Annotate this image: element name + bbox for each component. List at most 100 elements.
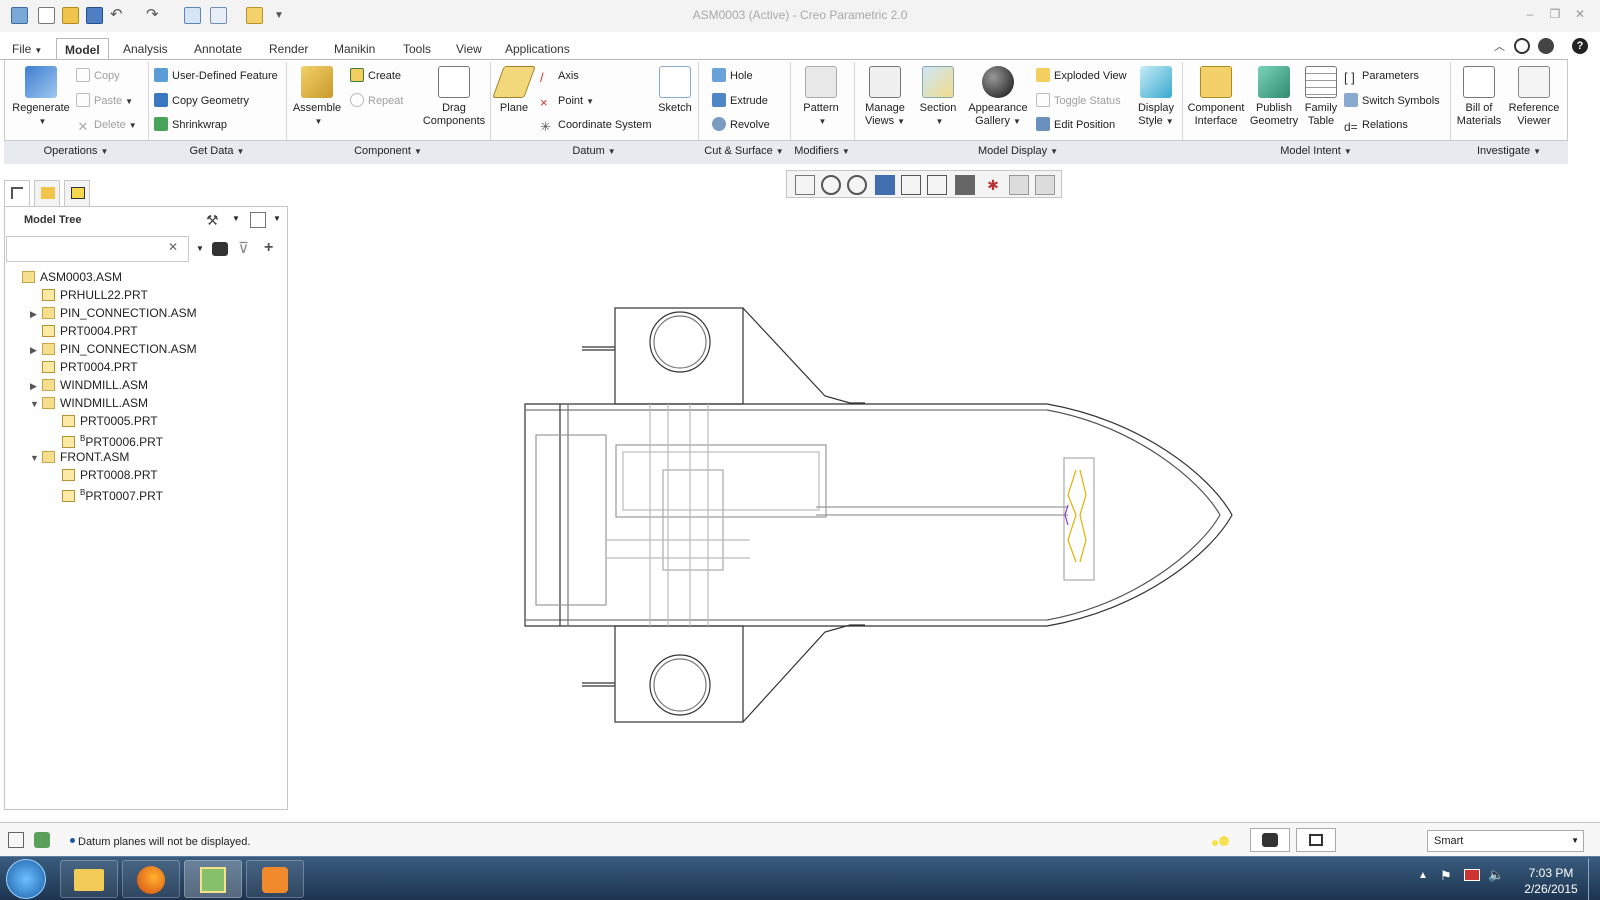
app-icon[interactable] bbox=[11, 7, 28, 24]
tree-item[interactable]: BPRT0006.PRT bbox=[50, 430, 163, 449]
filter-icon[interactable]: ⊽ bbox=[238, 241, 249, 256]
annotation-display-icon[interactable] bbox=[1009, 175, 1029, 195]
spin-center-icon[interactable] bbox=[1035, 175, 1055, 195]
expand-icon[interactable]: ▶ bbox=[30, 341, 42, 359]
collapse-icon[interactable]: ▼ bbox=[30, 449, 42, 467]
tab-manikin[interactable]: Manikin bbox=[326, 38, 383, 60]
pattern-button[interactable]: Pattern ▼ bbox=[796, 66, 846, 128]
group-investigate[interactable]: Investigate ▼ bbox=[1450, 145, 1568, 157]
find-button[interactable] bbox=[1250, 828, 1290, 852]
taskbar-creo[interactable] bbox=[184, 860, 242, 898]
datum-display-icon[interactable]: ✱ bbox=[983, 175, 1003, 195]
model-drawing[interactable] bbox=[520, 300, 1240, 730]
reference-viewer-button[interactable]: Reference Viewer bbox=[1504, 66, 1564, 128]
tree-settings-dropdown-icon[interactable]: ▼ bbox=[232, 214, 240, 223]
sketch-button[interactable]: Sketch bbox=[652, 66, 698, 115]
exploded-view-button[interactable]: Exploded View bbox=[1036, 67, 1127, 85]
shrinkwrap-button[interactable]: Shrinkwrap bbox=[154, 116, 227, 134]
repaint-icon[interactable] bbox=[875, 175, 895, 195]
close-window-icon[interactable] bbox=[246, 7, 263, 24]
regenerate-quick-icon[interactable] bbox=[184, 7, 201, 24]
favorites-tab[interactable] bbox=[64, 180, 90, 206]
bill-of-materials-button[interactable]: Bill of Materials bbox=[1454, 66, 1504, 128]
minimize-ribbon-icon[interactable]: ︿ bbox=[1494, 38, 1505, 54]
clock-date[interactable]: 2/26/2015 bbox=[1516, 882, 1586, 896]
taskbar-firefox[interactable] bbox=[122, 860, 180, 898]
folder-browser-tab[interactable] bbox=[34, 180, 60, 206]
start-button[interactable] bbox=[6, 859, 46, 899]
minimize-icon[interactable]: – bbox=[1523, 8, 1537, 20]
expand-icon[interactable]: ▶ bbox=[30, 377, 42, 395]
hole-button[interactable]: Hole bbox=[712, 67, 753, 85]
tab-annotate[interactable]: Annotate bbox=[186, 38, 250, 60]
assemble-button[interactable]: Assemble ▼ bbox=[290, 66, 344, 128]
tree-item[interactable]: ▼ WINDMILL.ASM bbox=[30, 394, 148, 412]
show-hidden-icons[interactable]: ▲ bbox=[1418, 870, 1428, 881]
search-icon[interactable] bbox=[1514, 38, 1530, 54]
network-icon[interactable] bbox=[1464, 869, 1480, 881]
help-icon[interactable]: ? bbox=[1572, 38, 1588, 54]
switch-symbols-button[interactable]: Switch Symbols bbox=[1344, 92, 1440, 110]
show-desktop-button[interactable] bbox=[1588, 858, 1600, 900]
group-model-display[interactable]: Model Display ▼ bbox=[854, 145, 1182, 157]
undo-icon[interactable]: ↶ bbox=[110, 7, 127, 24]
navigator-toggle-icon[interactable] bbox=[8, 832, 24, 848]
tab-applications[interactable]: Applications bbox=[497, 38, 578, 60]
tree-item[interactable]: PRT0008.PRT bbox=[50, 466, 158, 484]
group-model-intent[interactable]: Model Intent ▼ bbox=[1182, 145, 1450, 157]
selection-filter-dropdown[interactable]: Smart ▼ bbox=[1427, 830, 1584, 852]
tree-item[interactable]: PRT0004.PRT bbox=[30, 322, 138, 340]
relations-button[interactable]: d= Relations bbox=[1344, 116, 1408, 134]
browser-toggle-icon[interactable] bbox=[34, 832, 50, 848]
taskbar-media-player[interactable] bbox=[246, 860, 304, 898]
tree-item[interactable]: ASM0003.ASM bbox=[10, 268, 122, 286]
group-datum[interactable]: Datum ▼ bbox=[490, 145, 698, 157]
copy-button[interactable]: Copy bbox=[76, 67, 120, 85]
refit-icon[interactable] bbox=[795, 175, 815, 195]
show-dropdown-icon[interactable]: ▼ bbox=[273, 214, 281, 223]
tree-item[interactable]: PRT0004.PRT bbox=[30, 358, 138, 376]
group-operations[interactable]: Operations ▼ bbox=[4, 145, 148, 157]
repeat-button[interactable]: Repeat bbox=[350, 92, 403, 110]
tree-item[interactable]: BPRT0007.PRT bbox=[50, 484, 163, 503]
regenerate-button[interactable]: Regenerate ▼ bbox=[8, 66, 74, 128]
parameters-button[interactable]: [ ] Parameters bbox=[1344, 67, 1419, 85]
tree-item[interactable]: ▶ WINDMILL.ASM bbox=[30, 376, 148, 394]
axis-button[interactable]: / Axis bbox=[540, 67, 579, 85]
tab-tools[interactable]: Tools bbox=[395, 38, 439, 60]
show-options-icon[interactable] bbox=[250, 212, 266, 228]
tab-view[interactable]: View bbox=[448, 38, 490, 60]
taskbar-explorer[interactable] bbox=[60, 860, 118, 898]
tree-item[interactable]: ▶ PIN_CONNECTION.ASM bbox=[30, 340, 197, 358]
section-button[interactable]: Section ▼ bbox=[914, 66, 962, 128]
volume-icon[interactable]: 🔈 bbox=[1488, 867, 1504, 883]
customize-toolbar-icon[interactable]: ▼ bbox=[274, 7, 291, 24]
model-tree-tab[interactable] bbox=[4, 180, 30, 206]
expand-icon[interactable]: ▶ bbox=[30, 305, 42, 323]
tree-search-input[interactable] bbox=[6, 236, 189, 262]
collapse-icon[interactable]: ▼ bbox=[30, 395, 42, 413]
tab-analysis[interactable]: Analysis bbox=[115, 38, 176, 60]
coordinate-system-button[interactable]: ✳ Coordinate System bbox=[540, 116, 652, 134]
delete-button[interactable]: ✕ Delete ▼ bbox=[76, 116, 137, 134]
new-file-icon[interactable] bbox=[38, 7, 55, 24]
close-icon[interactable]: ✕ bbox=[1573, 8, 1587, 20]
action-center-flag-icon[interactable]: ⚑ bbox=[1440, 868, 1452, 884]
restore-icon[interactable]: ❐ bbox=[1548, 8, 1562, 20]
display-style-button[interactable]: Display Style ▼ bbox=[1132, 66, 1180, 128]
toggle-status-button[interactable]: Toggle Status bbox=[1036, 92, 1121, 110]
point-button[interactable]: × Point ▼ bbox=[540, 92, 594, 110]
paste-button[interactable]: Paste ▼ bbox=[76, 92, 133, 110]
create-button[interactable]: Create bbox=[350, 67, 401, 85]
copy-geometry-button[interactable]: Copy Geometry bbox=[154, 92, 249, 110]
group-get-data[interactable]: Get Data ▼ bbox=[148, 145, 286, 157]
add-column-icon[interactable]: + bbox=[264, 240, 273, 256]
tree-item[interactable]: ▼ FRONT.ASM bbox=[30, 448, 129, 466]
edit-position-button[interactable]: Edit Position bbox=[1036, 116, 1115, 134]
clock-time[interactable]: 7:03 PM bbox=[1516, 866, 1586, 880]
zoom-in-icon[interactable] bbox=[821, 175, 841, 195]
user-defined-feature-button[interactable]: User-Defined Feature bbox=[154, 67, 278, 85]
tree-settings-icon[interactable]: ⚒ bbox=[206, 212, 226, 230]
tree-item[interactable]: ▶ PIN_CONNECTION.ASM bbox=[30, 304, 197, 322]
group-component[interactable]: Component ▼ bbox=[286, 145, 490, 157]
